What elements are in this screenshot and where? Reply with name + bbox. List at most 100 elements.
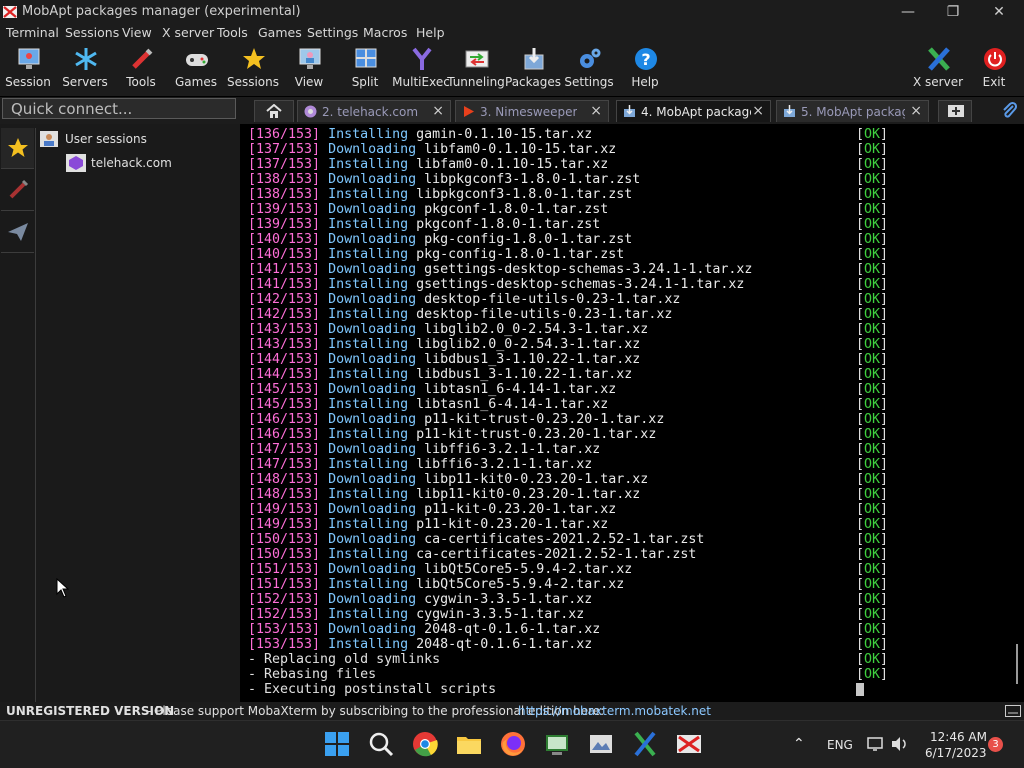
ok-status: [OK] — [856, 187, 889, 202]
new-tab-button[interactable] — [938, 100, 972, 122]
help-icon: ? — [635, 48, 657, 70]
menu-sessions[interactable]: Sessions — [65, 25, 119, 40]
terminal-line: [144/153] Downloading libdbus1_3-1.10.22… — [248, 352, 641, 367]
terminal-line: [146/153] Installing p11-kit-trust-0.23.… — [248, 427, 657, 442]
ok-status: [OK] — [856, 337, 889, 352]
packages-tab-icon — [624, 105, 635, 117]
terminal-cursor — [856, 683, 864, 696]
tree-telehack[interactable]: telehack.com — [91, 156, 172, 170]
menu-macros[interactable]: Macros — [363, 25, 407, 40]
clock-time[interactable]: 12:46 AM — [930, 730, 987, 744]
terminal-line: [145/153] Installing libtasn1_6-4.14-1.t… — [248, 397, 609, 412]
ok-status: [OK] — [856, 592, 889, 607]
terminal-line: [151/153] Installing libQt5Core5-5.9.4-2… — [248, 577, 625, 592]
terminal-line: [137/153] Installing libfam0-0.1.10-15.t… — [248, 157, 609, 172]
close-tab-icon[interactable]: × — [590, 103, 602, 119]
taskbar-app-1[interactable] — [543, 730, 571, 758]
menu-tools[interactable]: Tools — [217, 25, 248, 40]
terminal-line: - Replacing old symlinks — [248, 652, 441, 667]
menu-x-server[interactable]: X server — [162, 25, 214, 40]
close-tab-icon[interactable]: × — [432, 103, 444, 119]
taskbar-app-2[interactable] — [587, 730, 615, 758]
taskbar-file-explorer[interactable] — [455, 730, 483, 758]
tree-user-sessions[interactable]: User sessions — [65, 132, 147, 146]
close-tab-icon[interactable]: × — [910, 103, 922, 119]
help-button[interactable]: ? Help — [617, 42, 673, 96]
ok-status: [OK] — [856, 607, 889, 622]
tray-overflow-chevron[interactable]: ⌃ — [793, 736, 805, 752]
taskbar-mobaxterm[interactable] — [675, 730, 703, 758]
svg-text:?: ? — [641, 50, 650, 69]
exit-button[interactable]: Exit — [966, 42, 1022, 96]
terminal-line: [146/153] Downloading p11-kit-trust-0.23… — [248, 412, 665, 427]
terminal-scrollbar[interactable] — [1016, 124, 1024, 702]
tab-mobapt-active[interactable]: 4. MobApt package × — [616, 100, 771, 122]
ok-status: [OK] — [856, 202, 889, 217]
ok-status: [OK] — [856, 487, 889, 502]
ok-status: [OK] — [856, 412, 889, 427]
scrollbar-thumb[interactable] — [1016, 644, 1018, 684]
volume-icon[interactable] — [891, 736, 909, 752]
terminal-output[interactable]: [136/153] Installing gamin-0.1.10-15.tar… — [241, 124, 1016, 702]
sidebar-vertical-strip — [0, 128, 36, 702]
terminal-line: [141/153] Installing gsettings-desktop-s… — [248, 277, 745, 292]
taskbar-x-server[interactable] — [631, 730, 659, 758]
ok-status: [OK] — [856, 457, 889, 472]
home-icon — [266, 104, 282, 118]
home-tab[interactable] — [254, 100, 294, 122]
menu-view[interactable]: View — [122, 25, 152, 40]
ok-status: [OK] — [856, 157, 889, 172]
terminal-line: [139/153] Downloading pkgconf-1.8.0-1.ta… — [248, 202, 609, 217]
terminal-line: - Rebasing files — [248, 667, 377, 682]
ok-status: [OK] — [856, 142, 889, 157]
language-indicator[interactable]: ENG — [827, 738, 853, 752]
terminal-line: [144/153] Installing libdbus1_3-1.10.22-… — [248, 367, 633, 382]
telehack-session-icon — [66, 154, 86, 172]
ok-status: [OK] — [856, 547, 889, 562]
x-server-icon — [928, 47, 950, 71]
main-toolbar: Session Servers Tools Games Sessions Vie… — [0, 42, 1024, 96]
ok-status: [OK] — [856, 322, 889, 337]
terminal-line: [138/153] Installing libpkgconf3-1.8.0-1… — [248, 187, 633, 202]
minimize-button[interactable]: — — [885, 0, 931, 24]
start-button[interactable] — [323, 730, 351, 758]
sidebar-macros-tab[interactable] — [1, 212, 34, 253]
menu-settings[interactable]: Settings — [307, 25, 358, 40]
ok-status: [OK] — [856, 397, 889, 412]
image-viewer-icon — [590, 735, 612, 753]
menu-help[interactable]: Help — [416, 25, 445, 40]
ok-status: [OK] — [856, 307, 889, 322]
tab-telehack[interactable]: 2. telehack.com × — [297, 100, 451, 122]
ok-status: [OK] — [856, 637, 889, 652]
quick-connect-input[interactable] — [2, 98, 236, 119]
network-icon[interactable] — [867, 736, 885, 752]
close-tab-icon[interactable]: × — [752, 103, 764, 119]
taskbar-firefox[interactable] — [499, 730, 527, 758]
ok-status: [OK] — [856, 652, 889, 667]
mobatek-link[interactable]: https://mobaxterm.mobatek.net — [518, 704, 711, 718]
tab-mobapt-2[interactable]: 5. MobApt package × — [776, 100, 929, 122]
close-window-button[interactable]: ✕ — [976, 0, 1022, 24]
keyboard-icon[interactable] — [1005, 705, 1021, 717]
taskbar-chrome[interactable] — [411, 730, 439, 758]
ok-status: [OK] — [856, 427, 889, 442]
terminal-line: [140/153] Downloading pkg-config-1.8.0-1… — [248, 232, 633, 247]
taskbar-search[interactable] — [367, 730, 395, 758]
notification-badge[interactable]: 3 — [988, 737, 1003, 752]
sidebar-tools-tab[interactable] — [1, 170, 34, 211]
attach-icon[interactable] — [1000, 101, 1018, 119]
maximize-button[interactable]: ❐ — [930, 0, 976, 24]
menu-terminal[interactable]: Terminal — [6, 25, 59, 40]
x-server-icon — [634, 731, 656, 757]
terminal-line: [142/153] Downloading desktop-file-utils… — [248, 292, 681, 307]
chrome-icon — [413, 732, 438, 757]
sidebar-sessions-tab[interactable] — [1, 128, 34, 169]
user-sessions-icon — [40, 131, 58, 147]
menu-games[interactable]: Games — [258, 25, 302, 40]
tab-nimesweeper[interactable]: 3. Nimesweeper × — [455, 100, 609, 122]
ok-status: [OK] — [856, 502, 889, 517]
windows-logo-icon — [325, 732, 349, 756]
mobaxterm-app-icon — [3, 6, 17, 18]
clock-date[interactable]: 6/17/2023 — [925, 746, 987, 760]
search-icon — [369, 732, 394, 757]
